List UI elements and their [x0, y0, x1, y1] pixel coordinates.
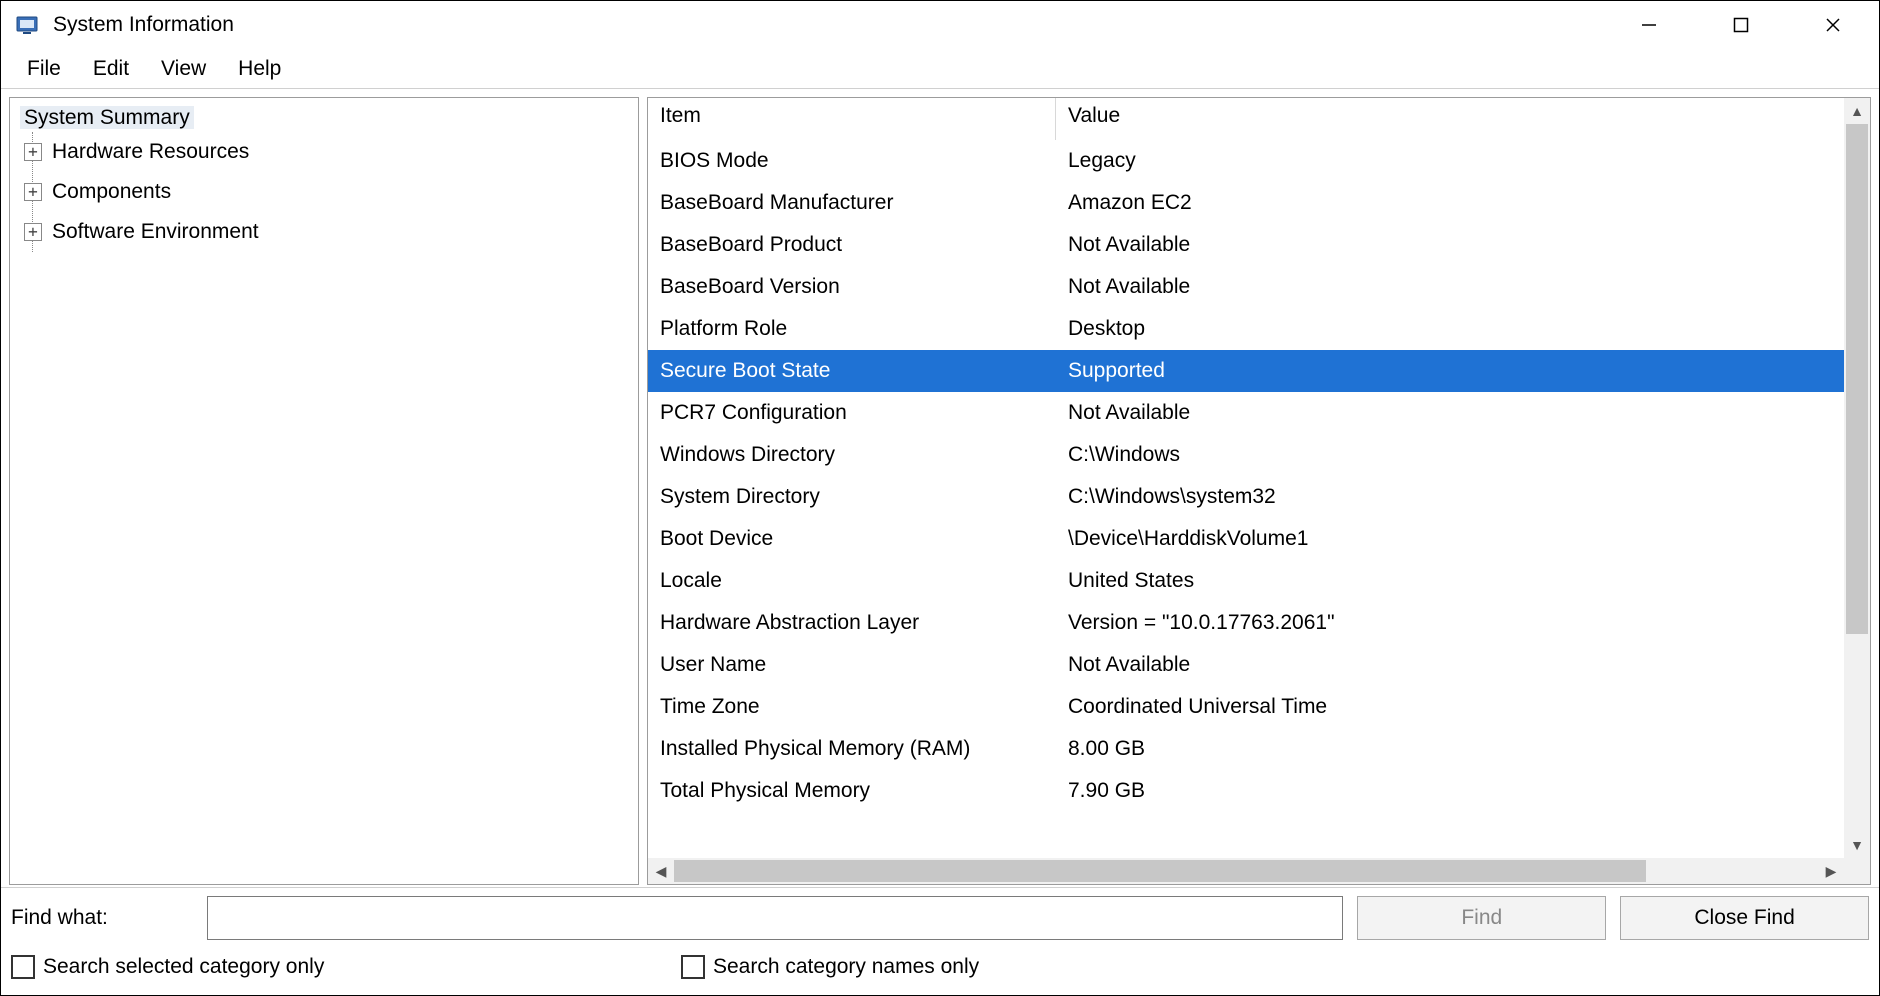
scrollbar-thumb[interactable] [1846, 124, 1868, 634]
list-cell-value: United States [1056, 569, 1844, 593]
vertical-scrollbar[interactable]: ▲ ▼ [1844, 98, 1870, 858]
list-row[interactable]: BaseBoard ManufacturerAmazon EC2 [648, 182, 1844, 224]
list-row[interactable]: BaseBoard VersionNot Available [648, 266, 1844, 308]
column-header-value[interactable]: Value [1056, 98, 1844, 140]
list-cell-value: Not Available [1056, 233, 1844, 257]
tree-node[interactable]: +Software Environment [33, 212, 628, 252]
tree-node-label: Hardware Resources [50, 140, 251, 164]
list-cell-item: System Directory [648, 485, 1056, 509]
menu-file[interactable]: File [11, 53, 77, 85]
checkbox-icon[interactable] [681, 955, 705, 979]
menu-view[interactable]: View [145, 53, 222, 85]
tree-node[interactable]: +Components [33, 172, 628, 212]
find-bar: Find what: Find Close Find Search select… [1, 887, 1879, 995]
list-cell-item: Platform Role [648, 317, 1056, 341]
window-title: System Information [53, 13, 234, 37]
scroll-left-icon[interactable]: ◀ [648, 858, 674, 884]
list-cell-value: 8.00 GB [1056, 737, 1844, 761]
column-header-item[interactable]: Item [648, 98, 1056, 140]
list-cell-item: Time Zone [648, 695, 1056, 719]
tree-node-label: Components [50, 180, 173, 204]
close-button[interactable] [1787, 1, 1879, 49]
content-area: System Summary +Hardware Resources+Compo… [1, 89, 1879, 887]
menu-help[interactable]: Help [222, 53, 297, 85]
list-cell-item: BaseBoard Version [648, 275, 1056, 299]
tree-node-label: Software Environment [50, 220, 261, 244]
list-cell-value: Not Available [1056, 401, 1844, 425]
checkbox-label: Search selected category only [43, 955, 324, 979]
list-row[interactable]: Total Physical Memory7.90 GB [648, 770, 1844, 812]
list-cell-value: C:\Windows [1056, 443, 1844, 467]
expand-icon[interactable]: + [24, 183, 42, 201]
category-tree[interactable]: System Summary +Hardware Resources+Compo… [9, 97, 639, 885]
checkbox-label: Search category names only [713, 955, 979, 979]
list-cell-value: \Device\HarddiskVolume1 [1056, 527, 1844, 551]
find-button[interactable]: Find [1357, 896, 1606, 940]
list-cell-value: 7.90 GB [1056, 779, 1844, 803]
list-row[interactable]: Time ZoneCoordinated Universal Time [648, 686, 1844, 728]
list-row[interactable]: Hardware Abstraction LayerVersion = "10.… [648, 602, 1844, 644]
find-label: Find what: [11, 906, 207, 930]
list-cell-item: Installed Physical Memory (RAM) [648, 737, 1056, 761]
close-find-button[interactable]: Close Find [1620, 896, 1869, 940]
list-row[interactable]: Boot Device\Device\HarddiskVolume1 [648, 518, 1844, 560]
list-cell-item: Total Physical Memory [648, 779, 1056, 803]
list-cell-value: C:\Windows\system32 [1056, 485, 1844, 509]
list-cell-value: Desktop [1056, 317, 1844, 341]
tree-node[interactable]: +Hardware Resources [33, 132, 628, 172]
list-cell-item: Secure Boot State [648, 359, 1056, 383]
scroll-down-icon[interactable]: ▼ [1844, 832, 1870, 858]
list-header[interactable]: Item Value [648, 98, 1844, 140]
menu-edit[interactable]: Edit [77, 53, 145, 85]
list-row[interactable]: Platform RoleDesktop [648, 308, 1844, 350]
scrollbar-thumb-h[interactable] [674, 860, 1646, 882]
list-cell-value: Supported [1056, 359, 1844, 383]
list-cell-value: Amazon EC2 [1056, 191, 1844, 215]
list-row[interactable]: User NameNot Available [648, 644, 1844, 686]
list-cell-value: Not Available [1056, 275, 1844, 299]
list-row[interactable]: PCR7 ConfigurationNot Available [648, 392, 1844, 434]
tree-root[interactable]: System Summary [20, 106, 194, 129]
find-input[interactable] [207, 896, 1343, 940]
menubar: File Edit View Help [1, 49, 1879, 89]
checkbox-icon[interactable] [11, 955, 35, 979]
list-cell-item: User Name [648, 653, 1056, 677]
list-row[interactable]: BaseBoard ProductNot Available [648, 224, 1844, 266]
list-cell-item: BaseBoard Product [648, 233, 1056, 257]
list-row[interactable]: System DirectoryC:\Windows\system32 [648, 476, 1844, 518]
scroll-right-icon[interactable]: ▶ [1818, 858, 1844, 884]
titlebar: System Information [1, 1, 1879, 49]
list-cell-item: BaseBoard Manufacturer [648, 191, 1056, 215]
details-list: Item Value BIOS ModeLegacyBaseBoard Manu… [647, 97, 1871, 885]
list-row[interactable]: Installed Physical Memory (RAM)8.00 GB [648, 728, 1844, 770]
scroll-up-icon[interactable]: ▲ [1844, 98, 1870, 124]
checkbox-search-selected[interactable]: Search selected category only [11, 955, 681, 979]
horizontal-scrollbar[interactable]: ◀ ▶ [648, 858, 1844, 884]
list-cell-item: PCR7 Configuration [648, 401, 1056, 425]
minimize-button[interactable] [1603, 1, 1695, 49]
list-cell-value: Coordinated Universal Time [1056, 695, 1844, 719]
list-cell-item: Hardware Abstraction Layer [648, 611, 1056, 635]
list-row[interactable]: LocaleUnited States [648, 560, 1844, 602]
list-cell-item: Windows Directory [648, 443, 1056, 467]
expand-icon[interactable]: + [24, 143, 42, 161]
list-cell-item: BIOS Mode [648, 149, 1056, 173]
list-cell-item: Locale [648, 569, 1056, 593]
app-icon [15, 13, 39, 37]
list-cell-item: Boot Device [648, 527, 1056, 551]
expand-icon[interactable]: + [24, 223, 42, 241]
list-row[interactable]: Windows DirectoryC:\Windows [648, 434, 1844, 476]
list-cell-value: Version = "10.0.17763.2061" [1056, 611, 1844, 635]
maximize-button[interactable] [1695, 1, 1787, 49]
list-row[interactable]: Secure Boot StateSupported [648, 350, 1844, 392]
list-cell-value: Not Available [1056, 653, 1844, 677]
list-cell-value: Legacy [1056, 149, 1844, 173]
list-row[interactable]: BIOS ModeLegacy [648, 140, 1844, 182]
checkbox-search-names[interactable]: Search category names only [681, 955, 1351, 979]
scrollbar-corner [1844, 858, 1870, 884]
